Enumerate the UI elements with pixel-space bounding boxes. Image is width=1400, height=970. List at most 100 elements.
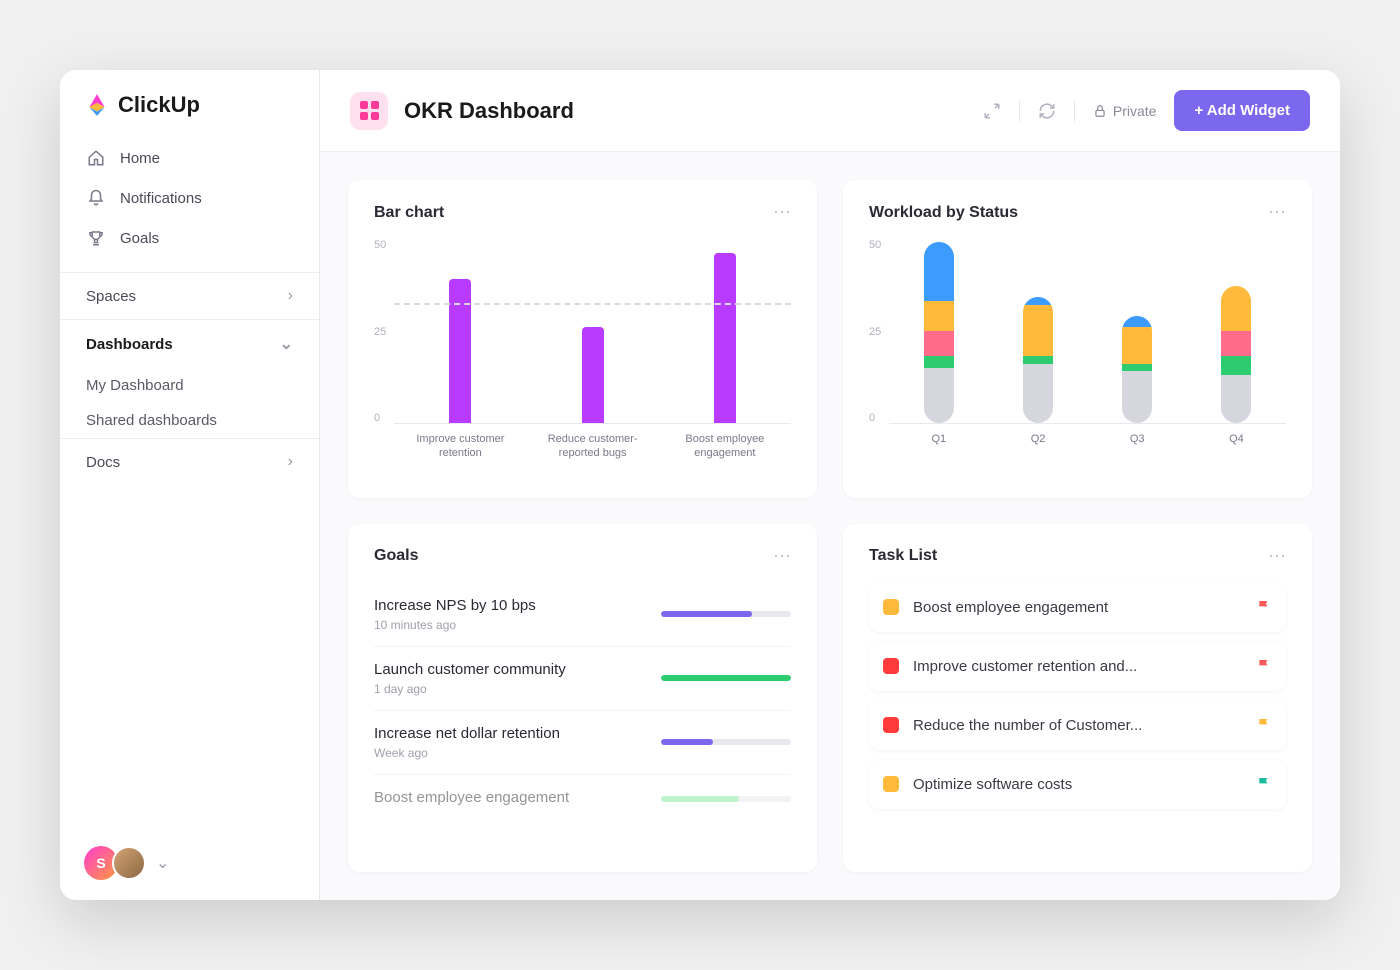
x-axis: Q1Q2Q3Q4 — [889, 432, 1286, 446]
chevron-right-icon: › — [288, 453, 293, 471]
chart-stack — [924, 242, 954, 423]
clickup-logo-icon — [84, 92, 110, 118]
goal-name: Increase net dollar retention — [374, 725, 641, 742]
chevron-down-icon: ⌄ — [156, 853, 169, 873]
status-square — [883, 599, 899, 615]
chart-bar — [582, 327, 604, 423]
topbar: OKR Dashboard Private + Add Widget — [320, 70, 1340, 152]
widget-goals: Goals ⋯ Increase NPS by 10 bps 10 minutes… — [348, 524, 817, 873]
page-title: OKR Dashboard — [404, 98, 574, 124]
chevron-down-icon: ⌄ — [280, 334, 293, 354]
sidebar-item-shared-dashboards[interactable]: Shared dashboards — [60, 403, 319, 438]
more-icon[interactable]: ⋯ — [773, 202, 791, 223]
flag-icon — [1256, 717, 1272, 733]
progress-bar — [661, 796, 791, 802]
chart-bar — [449, 279, 471, 423]
widget-title: Bar chart — [374, 204, 444, 222]
nav-notifications[interactable]: Notifications — [72, 178, 307, 218]
sidebar-spaces[interactable]: Spaces › — [60, 272, 319, 319]
progress-bar — [661, 675, 791, 681]
brand-name: ClickUp — [118, 92, 200, 118]
task-name: Optimize software costs — [913, 776, 1242, 793]
chevron-right-icon: › — [288, 287, 293, 305]
dashboard-grid: Bar chart ⋯ 50250 Improve customer reten… — [320, 152, 1340, 900]
chart-plot — [889, 239, 1286, 424]
status-square — [883, 658, 899, 674]
task-item[interactable]: Reduce the number of Customer... — [869, 701, 1286, 750]
add-widget-button[interactable]: + Add Widget — [1174, 90, 1310, 131]
bell-icon — [86, 188, 106, 208]
trophy-icon — [86, 228, 106, 248]
task-name: Reduce the number of Customer... — [913, 717, 1242, 734]
expand-icon[interactable] — [983, 102, 1001, 120]
brand-logo[interactable]: ClickUp — [60, 70, 319, 138]
section-label: Spaces — [86, 288, 136, 305]
widget-bar-chart: Bar chart ⋯ 50250 Improve customer reten… — [348, 180, 817, 498]
widget-workload: Workload by Status ⋯ 50250 Q1Q2Q3Q4 — [843, 180, 1312, 498]
goal-time: 10 minutes ago — [374, 618, 641, 632]
nav-label: Home — [120, 150, 160, 167]
task-item[interactable]: Boost employee engagement — [869, 583, 1286, 632]
section-label: Dashboards — [86, 336, 173, 353]
nav-goals[interactable]: Goals — [72, 218, 307, 258]
nav-label: Goals — [120, 230, 159, 247]
stacked-chart: 50250 Q1Q2Q3Q4 — [869, 239, 1286, 449]
main-area: OKR Dashboard Private + Add Widget Bar c… — [320, 70, 1340, 900]
goal-item[interactable]: Increase net dollar retention Week ago — [374, 711, 791, 775]
task-name: Improve customer retention and... — [913, 658, 1242, 675]
chart-stack — [1023, 297, 1053, 423]
progress-bar — [661, 611, 791, 617]
goal-item[interactable]: Increase NPS by 10 bps 10 minutes ago — [374, 583, 791, 647]
privacy-label: Private — [1113, 103, 1157, 119]
goal-name: Launch customer community — [374, 661, 641, 678]
user-avatar-group[interactable]: S ⌄ — [60, 826, 319, 900]
more-icon[interactable]: ⋯ — [1268, 202, 1286, 223]
widget-title: Goals — [374, 547, 418, 565]
task-item[interactable]: Improve customer retention and... — [869, 642, 1286, 691]
widget-task-list: Task List ⋯ Boost employee engagement Imp… — [843, 524, 1312, 873]
widget-title: Task List — [869, 547, 937, 565]
sidebar: ClickUp Home Notifications Goals Spaces … — [60, 70, 320, 900]
y-axis: 50250 — [374, 239, 394, 424]
goal-name: Increase NPS by 10 bps — [374, 597, 641, 614]
goal-time: 1 day ago — [374, 682, 641, 696]
goal-item[interactable]: Boost employee engagement — [374, 775, 791, 824]
chart-bar — [714, 253, 736, 423]
app-window: ClickUp Home Notifications Goals Spaces … — [60, 70, 1340, 900]
more-icon[interactable]: ⋯ — [773, 546, 791, 567]
more-icon[interactable]: ⋯ — [1268, 546, 1286, 567]
progress-bar — [661, 739, 791, 745]
task-name: Boost employee engagement — [913, 599, 1242, 616]
section-label: Docs — [86, 454, 120, 471]
home-icon — [86, 148, 106, 168]
goals-list: Increase NPS by 10 bps 10 minutes ago Laun… — [374, 583, 791, 824]
avatar — [112, 846, 146, 880]
chart-stack — [1221, 286, 1251, 423]
nav-home[interactable]: Home — [72, 138, 307, 178]
lock-icon — [1093, 104, 1107, 118]
goal-name: Boost employee engagement — [374, 789, 641, 806]
x-axis: Improve customer retentionReduce custome… — [394, 432, 791, 461]
goal-time: Week ago — [374, 746, 641, 760]
refresh-icon[interactable] — [1038, 102, 1056, 120]
nav-label: Notifications — [120, 190, 202, 207]
bar-chart: 50250 Improve customer retentionReduce c… — [374, 239, 791, 449]
flag-icon — [1256, 599, 1272, 615]
chart-stack — [1122, 316, 1152, 423]
dashboard-icon — [350, 92, 388, 130]
widget-title: Workload by Status — [869, 204, 1018, 222]
y-axis: 50250 — [869, 239, 889, 424]
task-item[interactable]: Optimize software costs — [869, 760, 1286, 809]
chart-plot — [394, 239, 791, 424]
task-list: Boost employee engagement Improve custome… — [869, 583, 1286, 819]
sidebar-item-my-dashboard[interactable]: My Dashboard — [60, 368, 319, 403]
flag-icon — [1256, 658, 1272, 674]
privacy-indicator[interactable]: Private — [1093, 103, 1157, 119]
goal-item[interactable]: Launch customer community 1 day ago — [374, 647, 791, 711]
primary-nav: Home Notifications Goals — [60, 138, 319, 258]
status-square — [883, 776, 899, 792]
flag-icon — [1256, 776, 1272, 792]
sidebar-docs[interactable]: Docs › — [60, 438, 319, 485]
sidebar-dashboards[interactable]: Dashboards ⌄ — [60, 319, 319, 368]
status-square — [883, 717, 899, 733]
